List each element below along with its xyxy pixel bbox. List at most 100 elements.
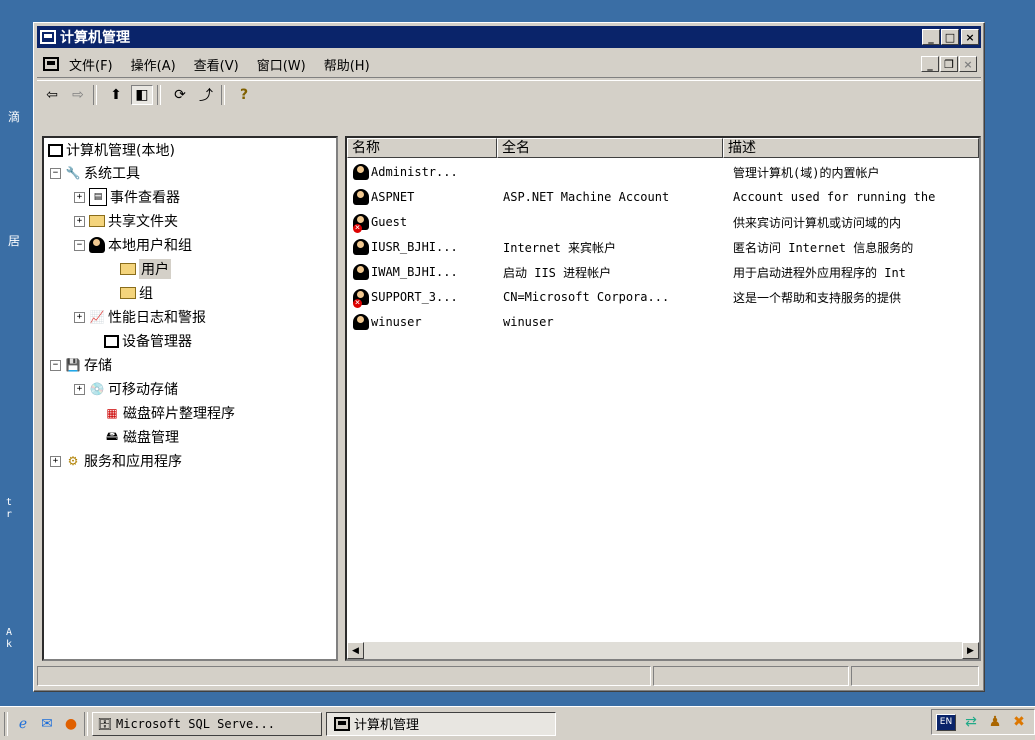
user-name: IWAM_BJHI... bbox=[371, 265, 458, 279]
maximize-button[interactable]: □ bbox=[941, 29, 959, 45]
user-icon bbox=[353, 189, 369, 205]
task-computer-management[interactable]: 计算机管理 bbox=[326, 711, 556, 736]
shared-folder-icon bbox=[89, 215, 105, 227]
tree-item-local-users-groups[interactable]: − 本地用户和组 bbox=[74, 234, 192, 256]
up-one-level-icon[interactable]: ⬆ bbox=[105, 85, 127, 105]
expand-toggle[interactable]: + bbox=[74, 215, 85, 227]
network-icon[interactable]: ⇄ bbox=[962, 713, 980, 731]
user-tray-icon[interactable]: ♟ bbox=[986, 713, 1004, 731]
desktop-fragment: 居 bbox=[8, 234, 21, 248]
toolbar-separator bbox=[221, 85, 225, 105]
mdi-minimize-button[interactable]: _ bbox=[921, 56, 939, 72]
desktop-fragment: k bbox=[6, 639, 13, 650]
status-panel bbox=[851, 666, 979, 686]
forward-icon[interactable]: ⇨ bbox=[67, 85, 89, 105]
menu-action[interactable]: 操作(A) bbox=[131, 55, 176, 74]
tree-item-users[interactable]: 用户 bbox=[120, 258, 171, 280]
list-header: 名称 全名 描述 bbox=[347, 138, 979, 158]
column-header-fullname[interactable]: 全名 bbox=[497, 138, 723, 158]
tree-item-label: 计算机管理(本地) bbox=[66, 143, 175, 159]
user-description: 这是一个帮助和支持服务的提供 bbox=[733, 290, 902, 305]
minimize-button[interactable]: _ bbox=[922, 29, 940, 45]
export-list-icon[interactable]: ⤴ bbox=[195, 85, 217, 105]
mdi-close-button[interactable]: × bbox=[959, 56, 977, 72]
status-panel bbox=[653, 666, 849, 686]
column-header-name[interactable]: 名称 bbox=[347, 138, 497, 158]
menu-file[interactable]: 文件(F) bbox=[69, 55, 113, 74]
scroll-right-icon[interactable]: ▶ bbox=[962, 642, 979, 659]
collapse-toggle[interactable]: − bbox=[50, 359, 61, 371]
menu-window[interactable]: 窗口(W) bbox=[257, 55, 306, 74]
outlook-express-icon[interactable]: ✉ bbox=[38, 715, 56, 733]
list-item[interactable]: Guest 供来宾访问计算机或访问域的内 bbox=[347, 210, 901, 234]
tree-item-performance-logs[interactable]: + 📈 性能日志和警报 bbox=[74, 306, 206, 328]
tree-item-defragmenter[interactable]: ▦ 磁盘碎片整理程序 bbox=[104, 402, 235, 424]
expand-toggle[interactable]: + bbox=[50, 455, 61, 467]
menu-view[interactable]: 查看(V) bbox=[194, 55, 239, 74]
desktop-fragment: t bbox=[6, 497, 13, 508]
scroll-left-icon[interactable]: ◀ bbox=[347, 642, 364, 659]
expand-toggle[interactable]: + bbox=[74, 311, 85, 323]
mdi-child-icon[interactable] bbox=[43, 57, 59, 71]
tree-item-event-viewer[interactable]: + ▤ 事件查看器 bbox=[74, 186, 180, 208]
disk-management-icon: 🖴 bbox=[105, 428, 119, 443]
folder-icon bbox=[120, 287, 136, 299]
tree-item-groups[interactable]: 组 bbox=[120, 282, 153, 304]
list-item[interactable]: IWAM_BJHI... 启动 IIS 进程帐户 用于启动进程外应用程序的 In… bbox=[347, 260, 906, 284]
horizontal-scrollbar[interactable]: ◀ ▶ bbox=[347, 642, 979, 659]
user-fullname: Internet 来宾帐户 bbox=[503, 240, 617, 255]
refresh-icon[interactable]: ⟳ bbox=[169, 85, 191, 105]
back-icon[interactable]: ⇦ bbox=[41, 85, 63, 105]
list-item[interactable]: Administr... 管理计算机(域)的内置帐户 bbox=[347, 160, 879, 184]
menu-help[interactable]: 帮助(H) bbox=[324, 55, 370, 74]
user-description: 匿名访问 Internet 信息服务的 bbox=[733, 240, 914, 255]
tree-item-storage[interactable]: − 💾 存储 bbox=[50, 354, 112, 376]
tree-item-label: 共享文件夹 bbox=[108, 214, 178, 230]
user-fullname: ASP.NET Machine Account bbox=[503, 190, 670, 204]
expand-toggle[interactable]: + bbox=[74, 191, 85, 203]
computer-management-icon bbox=[40, 30, 56, 44]
tree-item-label: 磁盘碎片整理程序 bbox=[123, 406, 235, 422]
list-item[interactable]: IUSR_BJHI... Internet 来宾帐户 匿名访问 Internet… bbox=[347, 235, 913, 259]
status-panel bbox=[37, 666, 651, 686]
list-item[interactable]: ASPNET ASP.NET Machine Account Account u… bbox=[347, 185, 935, 209]
tree-item-removable-storage[interactable]: + 💿 可移动存储 bbox=[74, 378, 178, 400]
language-indicator[interactable]: EN bbox=[936, 713, 956, 731]
firefox-icon[interactable]: ● bbox=[62, 715, 80, 733]
desktop-fragment: A bbox=[6, 627, 13, 638]
column-header-description[interactable]: 描述 bbox=[723, 138, 979, 158]
folder-open-icon bbox=[120, 263, 136, 275]
desktop-fragment: r bbox=[6, 509, 13, 520]
scroll-track[interactable] bbox=[364, 642, 962, 659]
collapse-toggle[interactable]: − bbox=[74, 239, 85, 251]
computer-management-icon bbox=[334, 716, 350, 731]
taskbar-separator bbox=[84, 711, 88, 736]
mdi-restore-button[interactable]: ❐ bbox=[940, 56, 958, 72]
security-tray-icon[interactable]: ✖ bbox=[1010, 713, 1028, 731]
close-button[interactable]: × bbox=[961, 29, 979, 45]
user-description: 供来宾访问计算机或访问域的内 bbox=[733, 215, 902, 230]
tree-item-services-applications[interactable]: + ⚙ 服务和应用程序 bbox=[50, 450, 182, 472]
tree-item-label: 设备管理器 bbox=[122, 334, 192, 350]
user-list-view[interactable]: 名称 全名 描述 Administr... 管理计算机(域)的内置帐户 ASPN… bbox=[345, 136, 981, 661]
show-hide-tree-icon[interactable]: ◧ bbox=[131, 85, 153, 105]
tree-item-system-tools[interactable]: − 🔧 系统工具 bbox=[50, 162, 140, 184]
console-tree[interactable]: 计算机管理(本地) − 🔧 系统工具 + ▤ 事件查看器 + 共享文件夹 − 本… bbox=[42, 136, 338, 661]
tree-item-device-manager[interactable]: 设备管理器 bbox=[104, 330, 192, 352]
title-bar[interactable]: 计算机管理 _ □ × bbox=[37, 26, 981, 48]
task-label: 计算机管理 bbox=[354, 718, 420, 733]
ie-icon[interactable]: ℯ bbox=[14, 715, 32, 733]
help-icon[interactable]: ? bbox=[233, 85, 255, 105]
tree-item-disk-management[interactable]: 🖴 磁盘管理 bbox=[104, 426, 179, 448]
storage-icon: 💾 bbox=[65, 358, 81, 372]
tree-item-computer-management[interactable]: 计算机管理(本地) bbox=[48, 139, 175, 161]
collapse-toggle[interactable]: − bbox=[50, 167, 61, 179]
tree-item-shared-folders[interactable]: + 共享文件夹 bbox=[74, 210, 178, 232]
expand-toggle[interactable]: + bbox=[74, 383, 85, 395]
tree-item-label: 组 bbox=[139, 286, 153, 302]
user-description: 用于启动进程外应用程序的 Int bbox=[733, 265, 906, 280]
list-item[interactable]: winuser winuser bbox=[347, 310, 733, 334]
list-item[interactable]: SUPPORT_3... CN=Microsoft Corpora... 这是一… bbox=[347, 285, 901, 309]
task-sql-server[interactable]: 🗄 Microsoft SQL Serve... bbox=[92, 711, 322, 736]
removable-storage-icon: 💿 bbox=[89, 382, 105, 396]
